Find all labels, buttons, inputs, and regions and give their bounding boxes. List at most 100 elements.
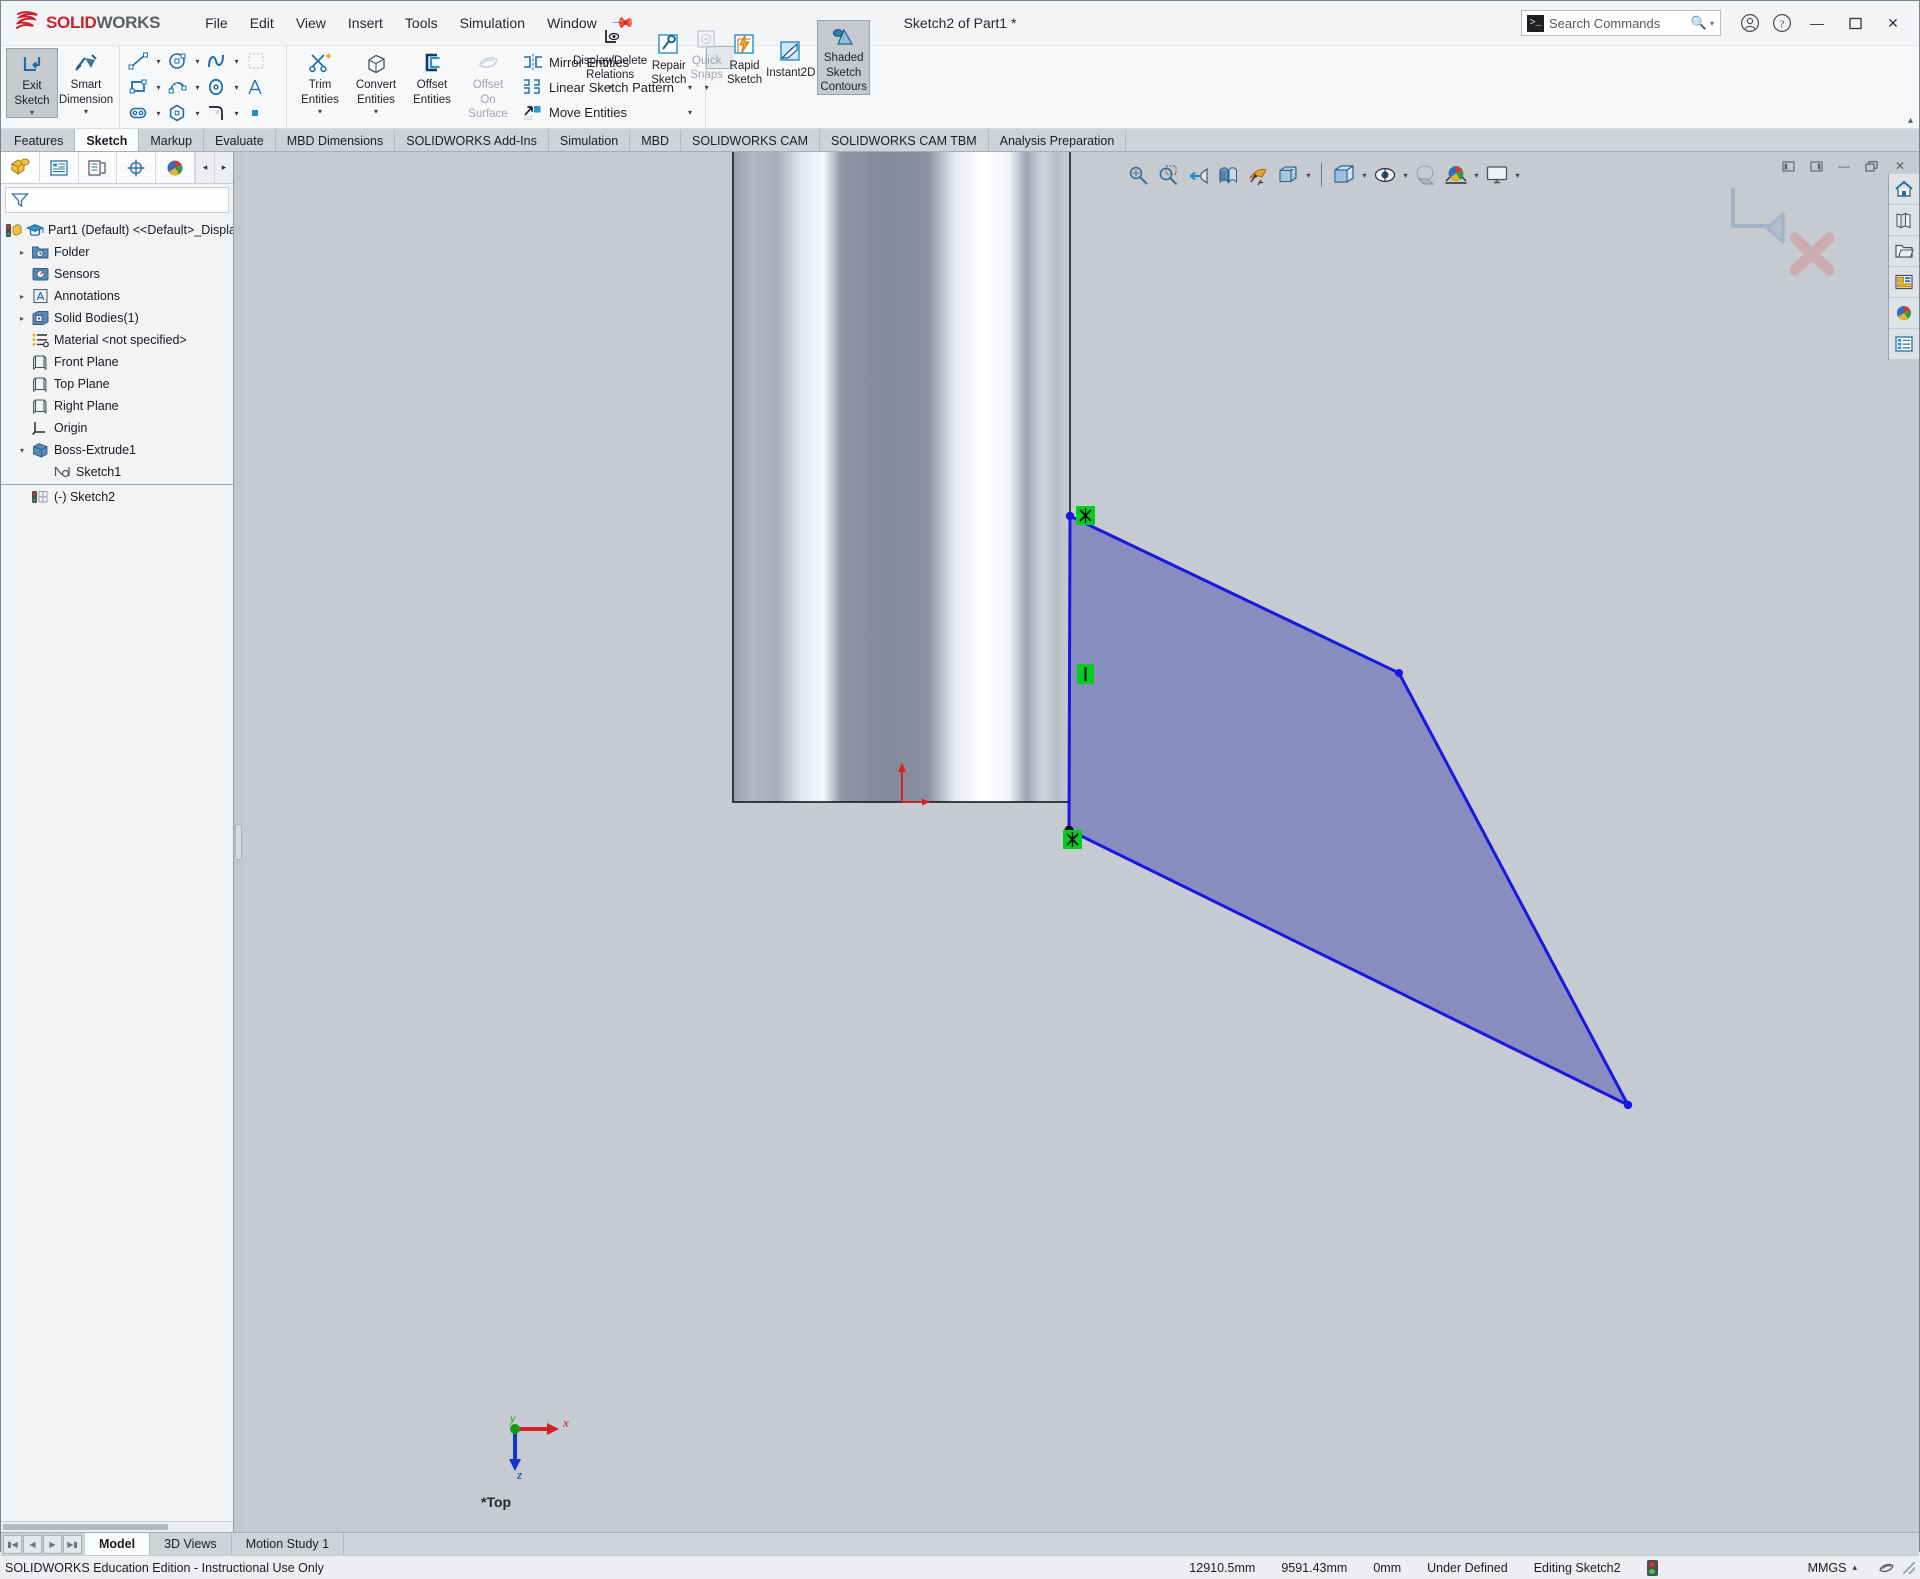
custom-properties-icon[interactable] xyxy=(1889,329,1919,360)
tab-features[interactable]: Features xyxy=(3,129,76,151)
spline-tool[interactable]: ▾ xyxy=(203,49,242,73)
arc-tool[interactable]: ▾ xyxy=(164,75,203,99)
viewport-close-button[interactable]: ✕ xyxy=(1887,156,1913,176)
magnifier-icon[interactable]: 🔍 xyxy=(1691,15,1707,31)
section-view-icon[interactable] xyxy=(1213,160,1243,190)
tree-node-material[interactable]: Material <not specified> xyxy=(1,329,233,351)
display-delete-relations-caret-icon[interactable]: ▾ xyxy=(608,83,612,92)
panel-tab-property-manager[interactable] xyxy=(40,152,79,183)
tab-markup[interactable]: Markup xyxy=(139,129,205,151)
slot-caret-icon[interactable]: ▾ xyxy=(153,109,164,118)
viewport-layout-icon[interactable] xyxy=(1482,160,1512,190)
tree-node-boss-extrude1[interactable]: ▾ Boss-Extrude1 xyxy=(1,439,233,461)
sketch2-contour[interactable] xyxy=(1064,511,1633,1110)
rectangle-caret-icon[interactable]: ▾ xyxy=(153,83,164,92)
viewport-minimize-button[interactable]: — xyxy=(1831,156,1857,176)
text-tool[interactable] xyxy=(242,75,281,99)
home-icon[interactable] xyxy=(1889,174,1919,205)
view-settings-caret-icon[interactable]: ▾ xyxy=(1471,171,1482,180)
confirmation-corner[interactable] xyxy=(1721,180,1841,279)
arc-caret-icon[interactable]: ▾ xyxy=(192,83,203,92)
extruded-body[interactable] xyxy=(732,152,1071,803)
rebuild-traffic-light-icon[interactable] xyxy=(1646,1559,1658,1576)
line-tool[interactable]: ▾ xyxy=(125,49,164,73)
repair-sketch-button[interactable]: Repair Sketch xyxy=(649,29,688,87)
display-style-box-caret-icon[interactable]: ▾ xyxy=(1303,171,1314,180)
tab-solidworks-addins[interactable]: SOLIDWORKS Add-Ins xyxy=(395,129,549,151)
tree-expander[interactable]: ▸ xyxy=(15,314,29,323)
instant2d-button[interactable]: Instant2D xyxy=(764,36,817,80)
offset-entities-button[interactable]: Offset Entities xyxy=(404,48,460,106)
viewport-restore-button[interactable] xyxy=(1859,156,1885,176)
splitter-grip[interactable] xyxy=(235,824,242,860)
menu-view[interactable]: View xyxy=(285,10,337,36)
tree-node-right-plane[interactable]: Right Plane xyxy=(1,395,233,417)
circle-tool[interactable]: ▾ xyxy=(164,49,203,73)
shaded-sketch-contours-button[interactable]: Shaded Sketch Contours xyxy=(817,20,871,95)
menu-tools[interactable]: Tools xyxy=(394,10,449,36)
display-delete-relations-button[interactable]: Display/Delete Relations ▾ xyxy=(571,24,649,92)
panel-tab-configuration-manager[interactable] xyxy=(79,152,118,183)
tree-node-folder[interactable]: ▸ Folder xyxy=(1,241,233,263)
tab-sketch[interactable]: Sketch xyxy=(75,129,140,151)
tab-simulation[interactable]: Simulation xyxy=(548,129,631,151)
hide-show-items-icon[interactable] xyxy=(1370,160,1400,190)
resize-grip-icon[interactable] xyxy=(1903,1561,1915,1574)
tree-node-origin[interactable]: Origin xyxy=(1,417,233,439)
menu-file[interactable]: File xyxy=(194,10,239,36)
unit-system-caret-icon[interactable]: ▴ xyxy=(1852,1562,1857,1573)
trim-entities-button[interactable]: Trim Entities ▾ xyxy=(292,48,348,116)
polygon-tool[interactable]: ▾ xyxy=(164,101,203,125)
tree-rollback-bar[interactable] xyxy=(1,484,233,485)
tree-filter-box[interactable] xyxy=(5,187,229,213)
panel-nav-right[interactable]: ▸ xyxy=(214,152,233,183)
smart-dimension-caret-icon[interactable]: ▾ xyxy=(84,107,88,116)
tree-node-sketch1[interactable]: Sketch1 xyxy=(1,461,233,483)
viewport-restore-right-button[interactable] xyxy=(1803,156,1829,176)
apply-scene-icon[interactable] xyxy=(1411,160,1441,190)
fillet-tool[interactable]: ▾ xyxy=(203,101,242,125)
tree-node-annotations[interactable]: ▸ Annotations xyxy=(1,285,233,307)
tab-nav-last[interactable]: ▶▮ xyxy=(63,1534,82,1554)
menu-simulation[interactable]: Simulation xyxy=(449,10,536,36)
move-entities-button[interactable]: Move Entities ▾ xyxy=(520,100,696,124)
design-library-icon[interactable] xyxy=(1889,205,1919,236)
tab-mbd[interactable]: MBD xyxy=(630,129,682,151)
view-palette-icon[interactable] xyxy=(1889,267,1919,298)
minimize-button[interactable]: — xyxy=(1799,8,1835,38)
previous-view-icon[interactable] xyxy=(1183,160,1213,190)
view-settings-icon[interactable] xyxy=(1441,160,1471,190)
panel-tab-dimxpert-manager[interactable] xyxy=(117,152,157,183)
rectangle-tool[interactable]: ▾ xyxy=(125,75,164,99)
appearances-icon[interactable] xyxy=(1889,298,1919,329)
tab-analysis-preparation[interactable]: Analysis Preparation xyxy=(988,129,1127,151)
rapid-sketch-button[interactable]: Rapid Sketch xyxy=(725,29,764,87)
tree-expander[interactable]: ▸ xyxy=(15,248,29,257)
file-explorer-icon[interactable] xyxy=(1889,236,1919,267)
tab-mbd-dimensions[interactable]: MBD Dimensions xyxy=(275,129,396,151)
slot-tool[interactable]: ▾ xyxy=(125,101,164,125)
model-and-sketch-canvas[interactable] xyxy=(243,152,1919,1532)
convert-entities-button[interactable]: Convert Entities ▾ xyxy=(348,48,404,116)
convert-entities-caret-icon[interactable]: ▾ xyxy=(374,107,378,116)
zoom-to-fit-icon[interactable] xyxy=(1123,160,1153,190)
ellipse-caret-icon[interactable]: ▾ xyxy=(231,83,242,92)
smart-dimension-button[interactable]: Smart Dimension ▾ xyxy=(58,48,114,116)
collapse-ribbon-icon[interactable]: ▴ xyxy=(1908,115,1913,126)
tree-node-top-plane[interactable]: Top Plane xyxy=(1,373,233,395)
tree-expander[interactable]: ▾ xyxy=(15,446,29,455)
spline-caret-icon[interactable]: ▾ xyxy=(231,57,242,66)
tab-nav-next[interactable]: ▶ xyxy=(43,1534,62,1554)
display-style-icon[interactable] xyxy=(1329,160,1359,190)
polygon-caret-icon[interactable]: ▾ xyxy=(192,109,203,118)
close-button[interactable]: ✕ xyxy=(1875,8,1911,38)
viewport-layout-caret-icon[interactable]: ▾ xyxy=(1512,171,1523,180)
tree-node-front-plane[interactable]: Front Plane xyxy=(1,351,233,373)
graphics-viewport[interactable]: — ✕ ▾ ▾ ▾ ▾ ▾ x z y *Top xyxy=(243,152,1919,1532)
tab-nav-first[interactable]: ▮◀ xyxy=(3,1534,22,1554)
viewport-restore-left-button[interactable] xyxy=(1775,156,1801,176)
search-commands-box[interactable]: >_ Search Commands 🔍 ▾ xyxy=(1521,10,1721,36)
hide-show-items-caret-icon[interactable]: ▾ xyxy=(1400,171,1411,180)
tree-node-part1[interactable]: Part1 (Default) <<Default>_Displa xyxy=(1,219,233,241)
tree-node-sketch2[interactable]: (-) Sketch2 xyxy=(1,486,233,508)
